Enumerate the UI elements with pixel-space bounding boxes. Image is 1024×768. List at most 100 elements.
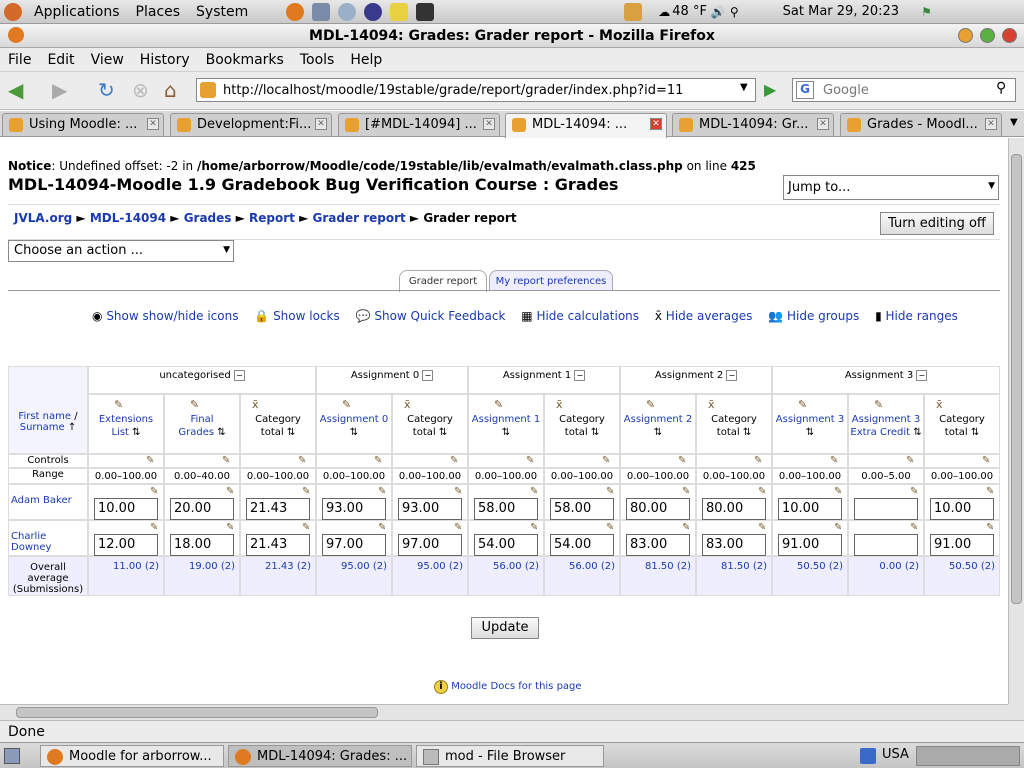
- panel-menu-applications[interactable]: Applications: [26, 4, 128, 20]
- edit-icon[interactable]: ✎: [830, 455, 838, 466]
- edit-icon[interactable]: ✎: [298, 455, 306, 466]
- go-icon[interactable]: ▶: [764, 80, 776, 99]
- edit-icon[interactable]: ✎: [150, 486, 158, 497]
- breadcrumb-grades[interactable]: Grades: [184, 211, 232, 225]
- breadcrumb-course[interactable]: MDL-14094: [90, 211, 166, 225]
- menu-file[interactable]: File: [0, 52, 39, 68]
- edit-icon[interactable]: ✎: [146, 455, 154, 466]
- tab-my-report-preferences[interactable]: My report preferences: [489, 270, 613, 291]
- grade-input[interactable]: 80.00: [702, 498, 766, 520]
- sort-arrows-icon[interactable]: ⇅: [350, 427, 358, 438]
- breadcrumb-report[interactable]: Report: [249, 211, 295, 225]
- column-title-link[interactable]: Grades: [178, 427, 214, 438]
- launcher-chat-icon[interactable]: [338, 2, 357, 21]
- edit-assignment-icon[interactable]: ✎: [342, 398, 351, 411]
- toggle-show-hide-icons[interactable]: Show show/hide icons: [106, 309, 238, 323]
- toggle-show-locks[interactable]: Show locks: [273, 309, 340, 323]
- edit-icon[interactable]: ✎: [682, 522, 690, 533]
- jump-to-select[interactable]: Jump to... ▼: [783, 175, 999, 200]
- sort-arrows-icon[interactable]: ⇅: [654, 427, 662, 438]
- tab-close-icon[interactable]: ✕: [650, 118, 662, 130]
- collapse-icon[interactable]: −: [916, 370, 928, 381]
- edit-icon[interactable]: ✎: [834, 486, 842, 497]
- grade-input[interactable]: 80.00: [626, 498, 690, 520]
- launcher-mail-icon[interactable]: [312, 2, 331, 21]
- edit-icon[interactable]: ✎: [150, 522, 158, 533]
- column-title-link[interactable]: Assignment 0: [320, 414, 388, 425]
- edit-icon[interactable]: ✎: [378, 522, 386, 533]
- student-link-charlie-downey[interactable]: Charlie Downey: [11, 531, 51, 553]
- edit-icon[interactable]: ✎: [678, 455, 686, 466]
- turn-editing-off-button[interactable]: Turn editing off: [880, 212, 994, 235]
- panel-menu-places[interactable]: Places: [128, 4, 189, 20]
- browser-tab-active[interactable]: MDL-14094: ... ✕: [505, 113, 667, 138]
- calculator-icon[interactable]: x̄: [252, 398, 259, 411]
- browser-tab[interactable]: Grades - Moodl... ✕: [840, 113, 1002, 136]
- edit-icon[interactable]: ✎: [374, 455, 382, 466]
- forward-icon[interactable]: ▶: [52, 78, 67, 102]
- edit-icon[interactable]: ✎: [986, 522, 994, 533]
- panel-clock[interactable]: Sat Mar 29, 20:23: [783, 4, 899, 19]
- sort-arrows-icon[interactable]: ⇅: [588, 427, 599, 438]
- grade-input[interactable]: 20.00: [170, 498, 234, 520]
- show-desktop-icon[interactable]: [4, 748, 20, 764]
- vertical-scrollbar[interactable]: [1008, 138, 1024, 704]
- edit-icon[interactable]: ✎: [450, 455, 458, 466]
- grade-input[interactable]: [854, 534, 918, 556]
- moodle-docs-link[interactable]: Moodle Docs for this page: [451, 681, 581, 692]
- edit-assignment-icon[interactable]: ✎: [874, 398, 883, 411]
- column-title-link[interactable]: Final: [190, 414, 213, 425]
- browser-tab[interactable]: MDL-14094: Gr... ✕: [672, 113, 834, 136]
- edit-icon[interactable]: ✎: [986, 486, 994, 497]
- sort-arrows-icon[interactable]: ⇅: [502, 427, 510, 438]
- browser-tab[interactable]: Using Moodle: ... ✕: [2, 113, 164, 136]
- taskbar-window[interactable]: mod - File Browser: [416, 745, 604, 767]
- column-title-link[interactable]: List: [111, 427, 128, 438]
- maximize-button[interactable]: [980, 28, 995, 43]
- edit-icon[interactable]: ✎: [754, 455, 762, 466]
- edit-icon[interactable]: ✎: [222, 455, 230, 466]
- launcher-notes-icon[interactable]: [390, 2, 409, 21]
- url-dropdown-icon[interactable]: ▼: [740, 82, 748, 93]
- grade-input[interactable]: [854, 498, 918, 520]
- taskbar-window-active[interactable]: MDL-14094: Grades: ...: [228, 745, 412, 767]
- window-titlebar[interactable]: MDL-14094: Grades: Grader report - Mozil…: [0, 24, 1024, 48]
- grade-input[interactable]: 83.00: [626, 534, 690, 556]
- browser-tab[interactable]: Development:Fi... ✕: [170, 113, 332, 136]
- collapse-icon[interactable]: −: [574, 370, 586, 381]
- sort-arrows-icon[interactable]: ⇅: [436, 427, 447, 438]
- sort-arrows-icon[interactable]: ⇅: [214, 427, 225, 438]
- grade-input[interactable]: 10.00: [778, 498, 842, 520]
- menu-bookmarks[interactable]: Bookmarks: [198, 52, 292, 68]
- edit-icon[interactable]: ✎: [910, 522, 918, 533]
- edit-icon[interactable]: ✎: [454, 486, 462, 497]
- grade-input[interactable]: 12.00: [94, 534, 158, 556]
- grade-input[interactable]: 21.43: [246, 498, 310, 520]
- google-engine-icon[interactable]: G: [796, 81, 814, 99]
- grade-input[interactable]: 97.00: [322, 534, 386, 556]
- calculator-icon[interactable]: x̄: [708, 398, 715, 411]
- network-icon[interactable]: ⚲: [730, 5, 739, 19]
- grade-input[interactable]: 10.00: [930, 498, 994, 520]
- keyboard-layout[interactable]: USA: [882, 747, 909, 762]
- taskbar-window[interactable]: Moodle for arborrow...: [40, 745, 224, 767]
- grade-input[interactable]: 54.00: [550, 534, 614, 556]
- tab-close-icon[interactable]: ✕: [483, 118, 495, 130]
- menu-view[interactable]: View: [83, 52, 132, 68]
- edit-icon[interactable]: ✎: [758, 486, 766, 497]
- tab-close-icon[interactable]: ✕: [147, 118, 159, 130]
- scroll-thumb[interactable]: [16, 707, 378, 718]
- edit-icon[interactable]: ✎: [454, 522, 462, 533]
- grade-input[interactable]: 58.00: [550, 498, 614, 520]
- toggle-hide-ranges[interactable]: Hide ranges: [886, 309, 958, 323]
- edit-assignment-icon[interactable]: ✎: [646, 398, 655, 411]
- grade-input[interactable]: 83.00: [702, 534, 766, 556]
- panel-menu-system[interactable]: System: [188, 4, 256, 20]
- edit-icon[interactable]: ✎: [530, 522, 538, 533]
- column-title-link[interactable]: Assignment 3: [852, 414, 920, 425]
- student-link-adam-baker[interactable]: Adam Baker: [11, 495, 72, 506]
- menu-help[interactable]: Help: [342, 52, 390, 68]
- toggle-hide-averages[interactable]: Hide averages: [666, 309, 753, 323]
- grade-input[interactable]: 93.00: [322, 498, 386, 520]
- menu-tools[interactable]: Tools: [292, 52, 343, 68]
